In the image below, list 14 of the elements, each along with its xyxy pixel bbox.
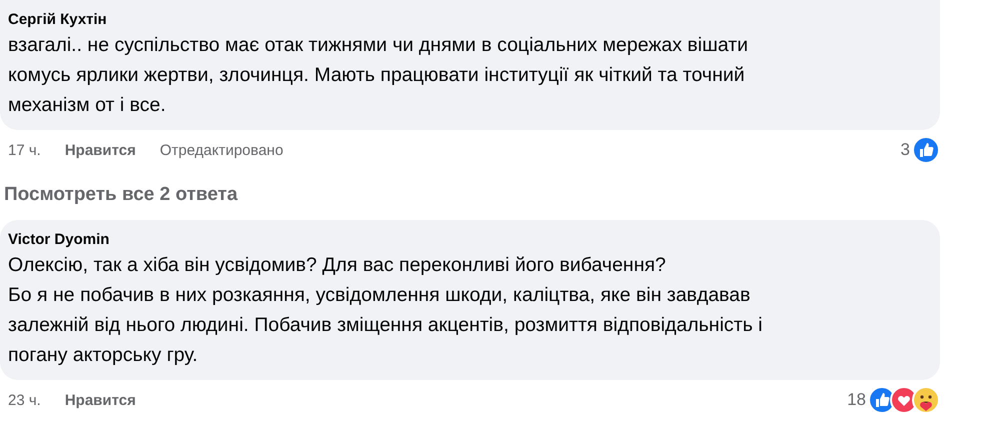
like-link[interactable]: Нравится [64,142,136,158]
hugging-emoji-icon [912,386,940,414]
timestamp[interactable]: 23 ч. [8,392,41,408]
view-replies-link[interactable]: Посмотреть все 2 ответа [4,184,238,205]
author-name[interactable]: Victor Dyomin [8,230,932,250]
timestamp[interactable]: 17 ч. [8,142,41,158]
reaction-count[interactable]: 18 [847,390,866,410]
like-link[interactable]: Нравится [64,392,136,408]
edited-label: Отредактировано [160,142,284,158]
author-name[interactable]: Сергій Кухтін [8,10,932,30]
comment-text: Олексію, так а хіба він усвідомив? Для вас переконливі його вибачення? Бо я не побачив в них розкаяння, усвідомлення шкоди, каліцтва, яке він завдавав залежній від нього людині. Побачив зміщення акцентів, розмиття відповідальність і погану акторську гру. [8,253,764,368]
comment-text: взагалі.. не суспільство має отак тижнями чи днями в соціальних мережах вішати комусь ярлики жертви, злочинця. Мають працювати інституції як чіткий та точний механізм от і все. [8,33,750,118]
reaction-count[interactable]: 3 [900,140,910,160]
like-icon [912,136,940,164]
